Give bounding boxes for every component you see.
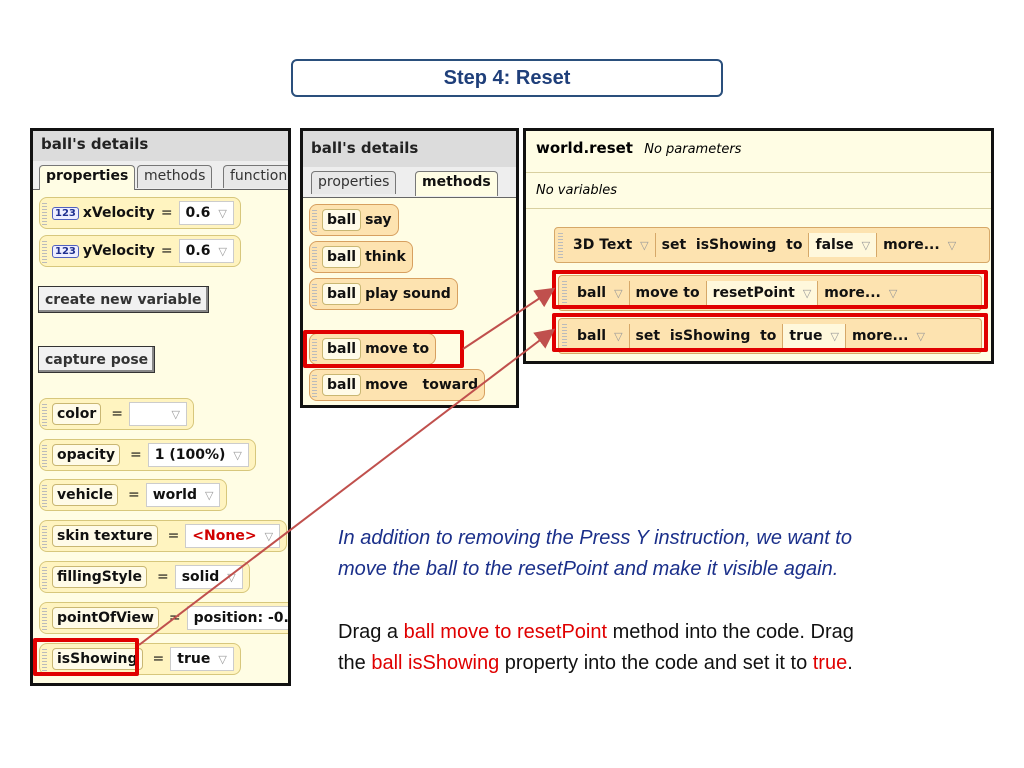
object-name: ball bbox=[322, 209, 362, 231]
statement-object[interactable]: 3D Text ▽ bbox=[567, 233, 656, 257]
properties-panel: ball's details properties methods functi… bbox=[30, 128, 291, 686]
create-new-variable-button[interactable]: create new variable bbox=[38, 286, 209, 313]
object-name: ball bbox=[322, 246, 362, 268]
caption-intro: In addition to removing the Press Y inst… bbox=[338, 523, 978, 585]
property-value[interactable]: 0.6 ▽ bbox=[178, 239, 234, 263]
highlight-text: ball isShowing bbox=[371, 652, 500, 674]
tab-methods[interactable]: methods bbox=[415, 171, 498, 196]
property-value[interactable]: solid ▽ bbox=[174, 565, 243, 589]
highlight-move-to bbox=[303, 330, 464, 368]
property-value[interactable]: position: -0.4 bbox=[186, 606, 288, 630]
equals-sign: = bbox=[127, 487, 140, 503]
panel-header: ball's details bbox=[33, 131, 288, 161]
tab-bar: properties methods function bbox=[33, 161, 288, 190]
highlight-text: ball move to resetPoint bbox=[403, 621, 608, 643]
dropdown-icon[interactable]: ▽ bbox=[218, 245, 226, 258]
statement-action: set isShowing to bbox=[656, 233, 810, 257]
property-tile-vehicle[interactable]: vehicle = world ▽ bbox=[39, 479, 228, 511]
property-tile-fillingstyle[interactable]: fillingStyle = solid ▽ bbox=[39, 561, 250, 593]
method-title: world.reset bbox=[536, 139, 633, 157]
property-value[interactable]: 1 (100%) ▽ bbox=[147, 443, 249, 467]
method-name: play sound bbox=[365, 286, 451, 302]
method-tile-say[interactable]: ball say bbox=[309, 204, 399, 236]
dropdown-icon[interactable]: ▽ bbox=[233, 449, 241, 462]
property-tile-opacity[interactable]: opacity = 1 (100%) ▽ bbox=[39, 439, 256, 471]
property-value[interactable]: 0.6 ▽ bbox=[178, 201, 234, 225]
property-name: vehicle bbox=[52, 484, 118, 506]
dropdown-icon[interactable]: ▽ bbox=[205, 489, 213, 502]
property-name: opacity bbox=[52, 444, 121, 466]
dropdown-icon[interactable]: ▽ bbox=[862, 239, 870, 252]
equals-sign: = bbox=[130, 447, 142, 463]
tab-properties[interactable]: properties bbox=[39, 165, 136, 190]
property-tile-color[interactable]: color = ▽ bbox=[39, 398, 194, 430]
method-params: No parameters bbox=[644, 142, 742, 157]
equals-sign: = bbox=[160, 243, 173, 259]
method-name: think bbox=[365, 249, 406, 265]
method-tile-play-sound[interactable]: ball play sound bbox=[309, 278, 458, 310]
capture-pose-button[interactable]: capture pose bbox=[38, 346, 156, 373]
property-name: yVelocity bbox=[82, 243, 155, 259]
caption-line: the ball isShowing property into the cod… bbox=[338, 652, 853, 674]
equals-sign: = bbox=[111, 406, 123, 422]
tab-functions[interactable]: function bbox=[223, 165, 288, 188]
dropdown-icon[interactable]: ▽ bbox=[172, 408, 180, 421]
dropdown-icon[interactable]: ▽ bbox=[218, 207, 226, 220]
highlight-code-isshowing bbox=[552, 313, 988, 352]
equals-sign: = bbox=[160, 205, 173, 221]
highlight-isshowing bbox=[33, 638, 139, 676]
caption-line: In addition to removing the Press Y inst… bbox=[338, 527, 852, 549]
property-value[interactable]: world ▽ bbox=[145, 483, 221, 507]
number-type-icon: 123 bbox=[52, 206, 79, 220]
property-tile-xvelocity[interactable]: 123 xVelocity = 0.6 ▽ bbox=[39, 197, 241, 229]
equals-sign: = bbox=[156, 569, 169, 585]
property-name: xVelocity bbox=[82, 205, 155, 221]
method-name: move toward bbox=[365, 377, 479, 393]
highlight-text: true bbox=[812, 652, 848, 674]
tab-methods[interactable]: methods bbox=[137, 165, 213, 188]
method-header: world.reset No parameters bbox=[526, 131, 991, 173]
object-name: ball bbox=[322, 374, 362, 396]
method-name: say bbox=[365, 212, 392, 228]
property-tile-yvelocity[interactable]: 123 yVelocity = 0.6 ▽ bbox=[39, 235, 241, 267]
slide-title: Step 4: Reset bbox=[291, 59, 723, 97]
property-value[interactable]: ▽ bbox=[128, 402, 187, 426]
property-name: skin texture bbox=[52, 525, 158, 547]
dropdown-icon[interactable]: ▽ bbox=[218, 653, 226, 666]
dropdown-icon[interactable]: ▽ bbox=[227, 571, 235, 584]
highlight-code-move-to bbox=[552, 270, 988, 309]
panel-header: ball's details bbox=[303, 131, 516, 167]
caption-line: move the ball to the resetPoint and make… bbox=[338, 558, 839, 580]
object-name: ball bbox=[322, 283, 362, 305]
dropdown-icon[interactable]: ▽ bbox=[265, 530, 273, 543]
equals-sign: = bbox=[152, 651, 165, 667]
equals-sign: = bbox=[168, 610, 181, 626]
property-name: color bbox=[52, 403, 102, 425]
method-tile-think[interactable]: ball think bbox=[309, 241, 413, 273]
dropdown-icon[interactable]: ▽ bbox=[948, 239, 956, 252]
code-statement-3dtext[interactable]: 3D Text ▽ set isShowing to false ▽ more...… bbox=[554, 227, 990, 263]
statement-argument[interactable]: false ▽ bbox=[809, 233, 878, 257]
equals-sign: = bbox=[167, 528, 180, 544]
variables-area: No variables bbox=[526, 173, 991, 209]
property-name: pointOfView bbox=[52, 607, 159, 629]
caption-line: Drag a ball move to resetPoint method in… bbox=[338, 621, 854, 643]
property-value[interactable]: <None> ▽ bbox=[185, 524, 281, 548]
method-tile-move-toward[interactable]: ball move toward bbox=[309, 369, 486, 401]
property-name: fillingStyle bbox=[52, 566, 147, 588]
property-tile-pointofview[interactable]: pointOfView = position: -0.4 bbox=[39, 602, 288, 634]
statement-more[interactable]: more... ▽ bbox=[877, 233, 962, 257]
tab-bar: properties methods bbox=[303, 167, 516, 198]
dropdown-icon[interactable]: ▽ bbox=[640, 239, 648, 252]
number-type-icon: 123 bbox=[52, 244, 79, 258]
property-value[interactable]: true ▽ bbox=[170, 647, 234, 671]
tab-properties[interactable]: properties bbox=[311, 171, 397, 194]
caption-instructions: Drag a ball move to resetPoint method in… bbox=[338, 617, 978, 679]
property-tile-skin-texture[interactable]: skin texture = <None> ▽ bbox=[39, 520, 288, 552]
